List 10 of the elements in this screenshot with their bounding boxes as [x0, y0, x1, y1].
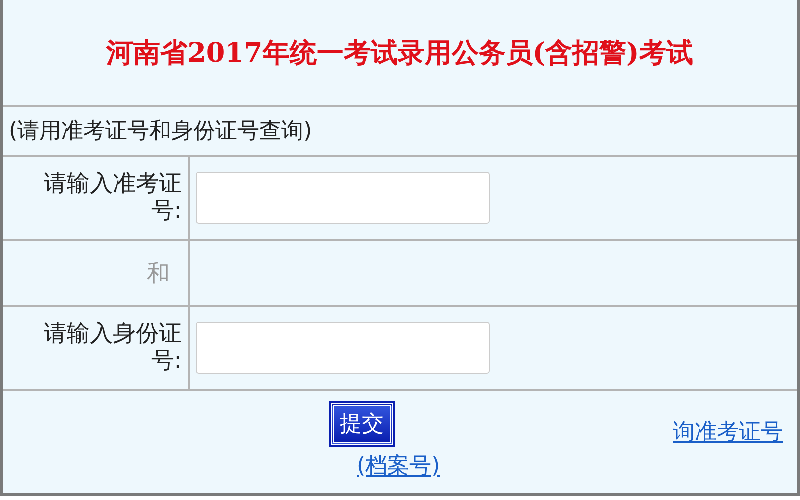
admission-number-link[interactable]: 询准考证号 — [673, 420, 783, 445]
page-title: 河南省2017年统一考试录用公务员(含招警)考试 — [106, 38, 694, 68]
field-label: 请输入身份证号: — [43, 321, 182, 375]
input-field[interactable] — [196, 172, 490, 224]
submit-button[interactable]: 提交 — [331, 403, 393, 445]
conjunction-text: 和 — [147, 260, 171, 286]
input-field[interactable] — [196, 322, 490, 374]
archive-number-link[interactable]: (档案号) — [357, 451, 440, 481]
field-label: 请输入准考证号: — [43, 171, 182, 225]
query-hint: (请用准考证号和身份证号查询) — [9, 119, 312, 144]
